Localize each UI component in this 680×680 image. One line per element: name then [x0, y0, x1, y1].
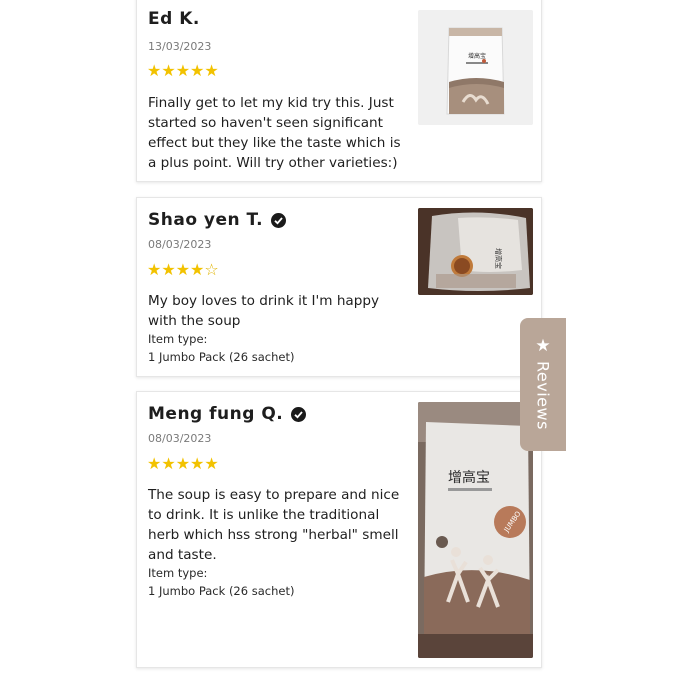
- brand-cn-label: 增高宝: [448, 469, 490, 486]
- star-rating: ★★★★★: [147, 454, 219, 473]
- review-card: Shao yen T. 08/03/2023 ★★★★☆ My boy love…: [136, 197, 542, 377]
- reviews-tab-button[interactable]: ★ Reviews: [520, 318, 566, 451]
- reviewer-name: Meng fung Q.: [148, 404, 307, 424]
- review-photo[interactable]: 增高宝 JUMBO: [418, 402, 533, 658]
- item-type-value: 1 Jumbo Pack (26 sachet): [148, 584, 295, 598]
- review-photo[interactable]: 增高宝: [418, 10, 533, 125]
- item-type-label: Item type:: [148, 332, 208, 346]
- review-date: 08/03/2023: [148, 432, 212, 445]
- product-pouch-icon: 增高宝: [418, 10, 533, 125]
- star-rating: ★★★★★: [147, 61, 219, 80]
- empty-star-icon: ☆: [204, 260, 219, 279]
- review-text: The soup is easy to prepare and nice to …: [148, 487, 400, 563]
- review-card: Ed K. 13/03/2023 ★★★★★ Finally get to le…: [136, 0, 542, 182]
- brand-cn-label: 增高宝: [494, 248, 503, 269]
- reviewer-name: Ed K.: [148, 9, 200, 29]
- product-bag-icon: 增高宝: [418, 208, 533, 295]
- filled-stars: ★★★★: [147, 260, 205, 279]
- reviewer-name: Shao yen T.: [148, 210, 287, 230]
- verified-check-icon: [271, 212, 287, 228]
- jumbo-pack-icon: 增高宝 JUMBO: [418, 402, 533, 658]
- star-icon: ★: [535, 336, 551, 356]
- verified-check-icon: [291, 406, 307, 422]
- star-rating: ★★★★☆: [147, 262, 219, 278]
- review-card: Meng fung Q. 08/03/2023 ★★★★★ The soup i…: [136, 391, 542, 668]
- review-text: Finally get to let my kid try this. Just…: [148, 95, 401, 171]
- brand-cn-label: 增高宝: [468, 52, 486, 60]
- review-photo[interactable]: 增高宝: [418, 208, 533, 295]
- reviews-tab-label: Reviews: [533, 361, 553, 430]
- review-date: 13/03/2023: [148, 40, 212, 53]
- item-type-label: Item type:: [148, 566, 208, 580]
- item-type-value: 1 Jumbo Pack (26 sachet): [148, 350, 295, 364]
- review-date: 08/03/2023: [148, 238, 212, 251]
- review-text: My boy loves to drink it I'm happy with …: [148, 293, 380, 329]
